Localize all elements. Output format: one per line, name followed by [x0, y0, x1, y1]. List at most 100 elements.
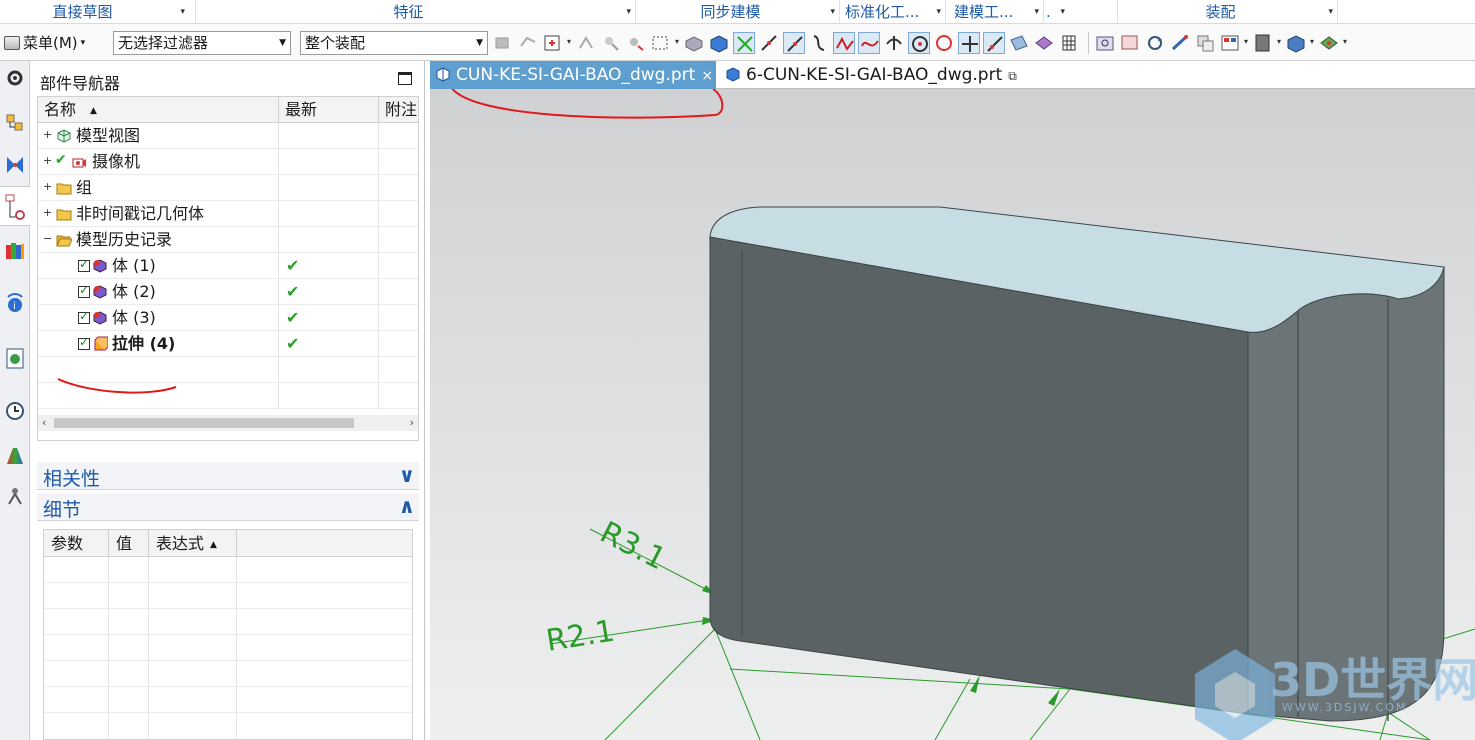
- reuse-library-icon[interactable]: [3, 239, 27, 263]
- rectangle-select-icon[interactable]: [650, 32, 679, 54]
- expand-chevron-icon[interactable]: ∨: [399, 463, 415, 487]
- arc-center-icon[interactable]: [908, 32, 930, 54]
- extruded-body[interactable]: [709, 206, 1445, 722]
- ribbon-group-feature[interactable]: 特征 ▾: [196, 0, 636, 24]
- part-file-icon: [726, 63, 740, 82]
- scroll-left-icon[interactable]: ‹: [42, 415, 46, 431]
- ribbon-group-sync-modeling[interactable]: 同步建模 ▾: [636, 0, 840, 24]
- tree-horizontal-scrollbar[interactable]: ‹ ›: [38, 415, 418, 431]
- hd3d-tools-icon[interactable]: i: [3, 291, 27, 315]
- tab-6-cun-ke-si-gai-bao[interactable]: 6-CUN-KE-SI-GAI-BAO_dwg.prt ⧉: [720, 61, 1020, 89]
- dependencies-title: 相关性: [43, 468, 101, 490]
- show-hide-icon[interactable]: [1318, 32, 1347, 54]
- deselect-icon[interactable]: [625, 32, 647, 54]
- select-feature-icon[interactable]: [492, 32, 514, 54]
- web-browser-icon[interactable]: [3, 346, 27, 370]
- point-on-face-icon[interactable]: [1008, 32, 1030, 54]
- ribbon-group-label: 装配: [1205, 3, 1236, 21]
- part-navigator: 部件导航器 名称 ▲ 最新 附注 + 模型视图 + ✔ 摄像机 + 组 + 非时…: [31, 61, 425, 740]
- ribbon-group-standard-tools[interactable]: 标准化工... ▾: [840, 0, 946, 24]
- role-tools-icon[interactable]: [3, 484, 27, 508]
- sheet-body-icon[interactable]: [708, 32, 730, 54]
- chevron-down-icon[interactable]: ▾: [1328, 0, 1333, 24]
- tab-cun-ke-si-gai-bao[interactable]: CUN-KE-SI-GAI-BAO_dwg.prt ×: [430, 61, 716, 89]
- model-canvas: R3.1 R2.1 3D世界网 WWW.3DSJW.COM: [451, 89, 1475, 740]
- part-navigator-icon[interactable]: [0, 186, 30, 226]
- column-header-expression[interactable]: 表达式 ▲: [149, 530, 237, 557]
- select-point-icon[interactable]: [542, 32, 571, 54]
- point-on-curve-icon[interactable]: [983, 32, 1005, 54]
- ribbon-group-assembly[interactable]: 装配 ▾: [1118, 0, 1338, 24]
- selection-scope-dropdown[interactable]: 整个装配 ▼: [300, 31, 488, 55]
- graphics-window[interactable]: R3.1 R2.1 3D世界网 WWW.3DSJW.COM: [430, 89, 1475, 740]
- gear-icon[interactable]: [3, 66, 27, 90]
- ribbon-group-direct-sketch[interactable]: 直接草图 ▾: [0, 0, 196, 24]
- bounded-grid-icon[interactable]: [1033, 32, 1055, 54]
- rotate-icon[interactable]: [1144, 32, 1166, 54]
- ribbon-group-more[interactable]: . ▾: [1044, 0, 1118, 24]
- details-empty-row: [44, 635, 412, 661]
- chevron-down-icon[interactable]: ▾: [180, 0, 185, 24]
- fit-view-icon[interactable]: [1094, 32, 1116, 54]
- read-only-icon: ⧉: [1008, 69, 1017, 83]
- details-panel-header[interactable]: 细节 ∧: [37, 493, 419, 521]
- selection-scope-value: 整个装配: [305, 34, 366, 52]
- grid-icon[interactable]: [1058, 32, 1080, 54]
- edit-section-icon[interactable]: [1252, 32, 1281, 54]
- part-file-icon: [436, 63, 450, 82]
- details-empty-row: [44, 609, 412, 635]
- svg-text:i: i: [13, 301, 16, 312]
- selection-filter-value: 无选择过滤器: [118, 34, 209, 52]
- collapse-chevron-icon[interactable]: ∧: [399, 494, 415, 518]
- solid-body-icon[interactable]: [683, 32, 705, 54]
- ribbon-group-modeling-tools[interactable]: 建模工... ▾: [946, 0, 1044, 24]
- toolbar-separator: [1088, 32, 1089, 54]
- render-style-icon[interactable]: [1219, 32, 1248, 54]
- view-cube-icon[interactable]: [1285, 32, 1314, 54]
- wave-icon[interactable]: [858, 32, 880, 54]
- snap-endpoint-icon[interactable]: [733, 32, 755, 54]
- curve-icon[interactable]: [808, 32, 830, 54]
- feature-tree: 名称 ▲ 最新 附注 + 模型视图 + ✔ 摄像机 + 组 + 非时间戳记几何体…: [37, 96, 419, 441]
- orient-view-icon[interactable]: [1194, 32, 1216, 54]
- existing-point-icon[interactable]: [958, 32, 980, 54]
- constraint-navigator-icon[interactable]: [3, 153, 27, 177]
- watermark-text: 3D世界网: [1270, 653, 1475, 707]
- ribbon-group-label: 标准化工...: [845, 3, 920, 21]
- details-table-header: 参数 值 表达式 ▲: [44, 530, 412, 557]
- tab-label: 6-CUN-KE-SI-GAI-BAO_dwg.prt: [746, 65, 1003, 85]
- chevron-down-icon[interactable]: ▾: [1060, 0, 1065, 24]
- chevron-down-icon[interactable]: ▾: [1034, 0, 1039, 24]
- details-empty-row: [44, 687, 412, 713]
- select-all-icon[interactable]: [600, 32, 622, 54]
- maximize-icon[interactable]: [398, 72, 412, 85]
- column-header-value[interactable]: 值: [109, 530, 149, 557]
- dimension-r3-1: R3.1: [594, 515, 671, 577]
- selection-filter-dropdown[interactable]: 无选择过滤器 ▼: [113, 31, 291, 55]
- quadrant-icon[interactable]: [933, 32, 955, 54]
- select-face-icon[interactable]: [517, 32, 539, 54]
- column-header-param[interactable]: 参数: [44, 530, 109, 557]
- line-icon[interactable]: [758, 32, 780, 54]
- chevron-down-icon[interactable]: ▾: [936, 0, 941, 24]
- resource-bar: i: [0, 61, 30, 740]
- snap-midpoint-icon[interactable]: [783, 32, 805, 54]
- document-tab-bar: CUN-KE-SI-GAI-BAO_dwg.prt × 6-CUN-KE-SI-G…: [430, 61, 1475, 89]
- chevron-down-icon[interactable]: ▾: [626, 0, 631, 24]
- palette-icon[interactable]: [3, 444, 27, 468]
- menu-button[interactable]: 菜单(M) ▾: [4, 31, 85, 55]
- details-empty-row: [44, 713, 412, 739]
- pan-icon[interactable]: [1169, 32, 1191, 54]
- chevron-down-icon[interactable]: ▾: [830, 0, 835, 24]
- scrollbar-thumb[interactable]: [54, 418, 354, 428]
- close-icon[interactable]: ×: [701, 68, 713, 84]
- spline-icon[interactable]: [833, 32, 855, 54]
- assembly-navigator-icon[interactable]: [3, 111, 27, 135]
- intersection-icon[interactable]: [883, 32, 905, 54]
- zoom-icon[interactable]: [1119, 32, 1141, 54]
- menu-label: 菜单(M): [23, 34, 78, 52]
- snap-icon[interactable]: [575, 32, 597, 54]
- history-clock-icon[interactable]: [3, 399, 27, 423]
- dependencies-panel-header[interactable]: 相关性 ∨: [37, 462, 419, 490]
- scroll-right-icon[interactable]: ›: [410, 415, 414, 431]
